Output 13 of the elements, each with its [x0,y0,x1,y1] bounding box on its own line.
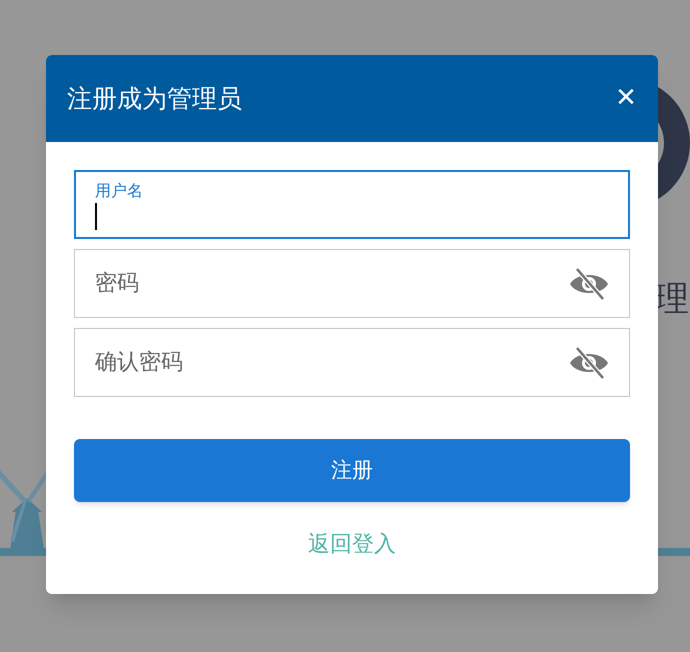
input-field[interactable]: 用户名 [74,170,630,239]
close-button[interactable]: ✕ [610,82,642,114]
register-button[interactable]: 注册 [74,439,630,502]
heading-fragment: 理 [655,282,689,316]
eye-slash-icon[interactable] [569,266,609,300]
eye-slash-icon[interactable] [569,346,609,380]
field-label: 密码 [95,270,139,298]
text-cursor [95,203,97,230]
field-label: 确认密码 [95,349,183,377]
password-field[interactable]: 确认密码 [74,328,630,397]
field-label: 用户名 [95,180,143,202]
dialog-title: 注册成为管理员 [67,82,242,115]
password-field[interactable]: 密码 [74,249,630,318]
